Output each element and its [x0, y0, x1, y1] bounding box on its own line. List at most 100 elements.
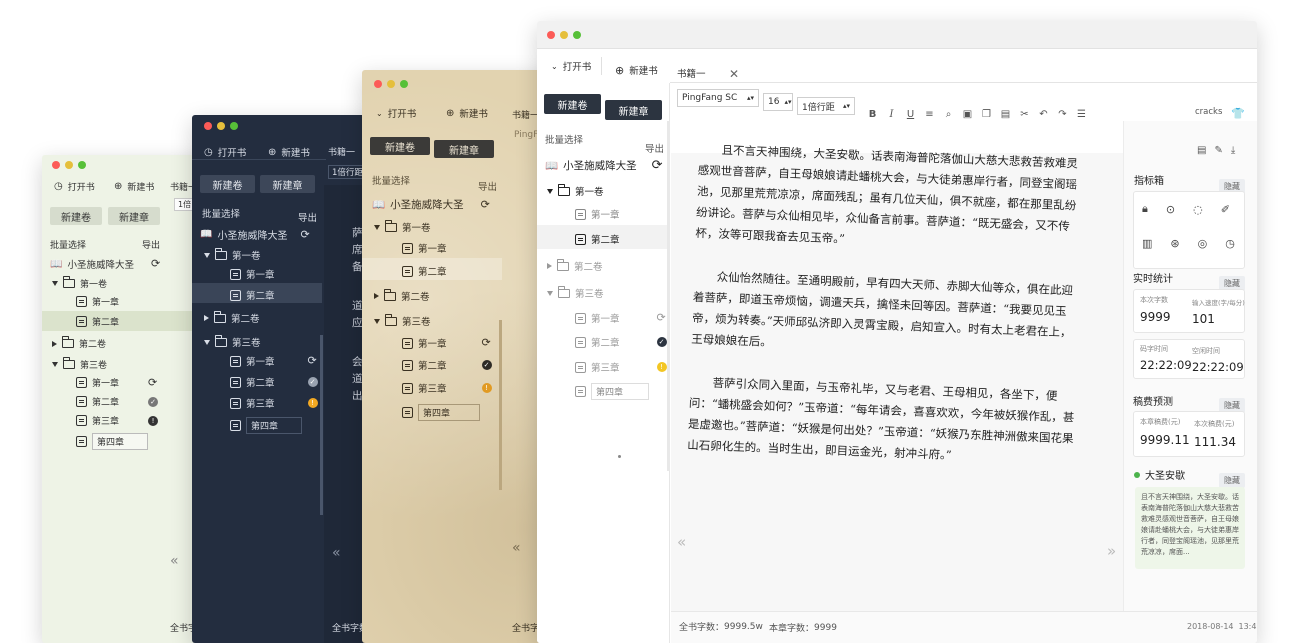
volume-2[interactable]: 第二卷: [204, 310, 260, 325]
scissors-icon[interactable]: ✂: [1019, 109, 1030, 120]
sync-icon[interactable]: ⟳: [481, 199, 490, 210]
redo-icon[interactable]: ↷: [1057, 109, 1068, 120]
font-size-select[interactable]: 16 ▴▾: [763, 93, 793, 111]
chapter-2-active[interactable]: 第二章: [76, 315, 119, 328]
chapter-1[interactable]: 第一章: [230, 267, 275, 281]
close-icon[interactable]: ✕: [729, 67, 739, 81]
new-chapter-button[interactable]: 新建章: [434, 140, 494, 158]
minimize-dot[interactable]: [387, 80, 395, 88]
search-icon[interactable]: ⊙: [1166, 203, 1175, 216]
comment-icon[interactable]: ▣: [962, 109, 973, 120]
new-book-button[interactable]: ⊕ 新建书: [114, 180, 154, 193]
sync-icon[interactable]: ⟳: [300, 229, 309, 240]
book-title-row[interactable]: 📖 小圣施威降大圣 ⟳: [50, 257, 160, 271]
chapter-row[interactable]: 第三章!: [76, 414, 159, 427]
sync-icon[interactable]: ⟳: [652, 159, 663, 172]
volume-3[interactable]: 第三卷: [52, 357, 107, 371]
volume-3[interactable]: 第三卷: [374, 313, 431, 328]
download-icon[interactable]: ⤓: [1231, 145, 1235, 156]
bulb-icon[interactable]: ◌: [1193, 203, 1203, 216]
maximize-dot[interactable]: [400, 80, 408, 88]
maximize-dot[interactable]: [230, 122, 238, 130]
scroll-left-icon[interactable]: «: [512, 540, 521, 556]
note-card[interactable]: 且不言天神围绕，大圣安歇。话表南海普陀落伽山大慈大悲救苦救难灵感观世音菩萨，自王…: [1135, 487, 1245, 569]
paste-icon[interactable]: ▤: [1000, 109, 1011, 120]
undo-icon[interactable]: ↶: [1038, 109, 1049, 120]
chapter-2-active[interactable]: 第二章: [575, 232, 620, 246]
chapter-row[interactable]: 第四章: [76, 433, 148, 450]
chapter-name-input[interactable]: 第四章: [591, 383, 649, 400]
volume-1[interactable]: 第一卷: [204, 247, 261, 262]
new-book-button[interactable]: ⊕ 新建书: [615, 63, 658, 78]
export-button[interactable]: 导出: [298, 210, 317, 224]
sync-icon[interactable]: ⟳: [657, 312, 666, 323]
batch-select[interactable]: 批量选择: [50, 238, 86, 251]
volume-2[interactable]: 第二卷: [374, 288, 430, 303]
tab-book[interactable]: 书籍一: [328, 145, 355, 158]
tab-book[interactable]: 书籍一: [677, 66, 706, 80]
open-book-button[interactable]: ⌄ 打开书: [376, 106, 416, 121]
batch-select[interactable]: 批量选择: [202, 206, 240, 220]
line-spacing-select[interactable]: 1倍行距 ▴▾: [797, 97, 855, 115]
minimize-dot[interactable]: [65, 161, 73, 169]
book-title-row[interactable]: 📖 小圣施威降大圣 ⟳: [372, 197, 490, 212]
volume-1[interactable]: 第一卷: [374, 219, 431, 234]
clock-icon[interactable]: ◷: [1225, 237, 1235, 250]
chapter-row[interactable]: 第一章 ⟳: [230, 354, 317, 368]
sidebar-scrollbar[interactable]: [667, 121, 670, 471]
close-dot[interactable]: [374, 80, 382, 88]
chapter-row[interactable]: 第一章 ⟳: [76, 376, 157, 389]
chapter-name-input[interactable]: 第四章: [418, 404, 480, 421]
new-volume-button[interactable]: 新建卷: [370, 137, 430, 155]
chapter-row[interactable]: 第二章 ✓: [76, 395, 159, 408]
hide-button[interactable]: 隐藏: [1219, 473, 1245, 488]
volume-1[interactable]: 第一卷: [547, 183, 604, 198]
font-family-select[interactable]: PingFang SC ▴▾: [677, 89, 759, 107]
chapter-1[interactable]: 第一章: [402, 241, 447, 255]
chapter-row[interactable]: 第四章: [575, 383, 649, 400]
chapter-row[interactable]: 第四章: [230, 417, 302, 434]
scroll-left-icon[interactable]: «: [170, 553, 179, 569]
lock-icon[interactable]: 🔒︎: [1142, 202, 1148, 216]
close-dot[interactable]: [52, 161, 60, 169]
font-select-fragment[interactable]: PingF: [514, 130, 538, 140]
volume-1[interactable]: 第一卷: [52, 276, 107, 290]
scroll-left-icon[interactable]: «: [332, 545, 341, 561]
sync-icon[interactable]: ⟳: [482, 337, 491, 348]
sidebar-scrollbar[interactable]: [499, 320, 502, 490]
chapter-name-input[interactable]: 第四章: [246, 417, 302, 434]
batch-select[interactable]: 批量选择: [545, 132, 583, 146]
scroll-left-icon[interactable]: «: [677, 533, 686, 551]
save-icon[interactable]: ▤: [1197, 145, 1206, 156]
chapter-row[interactable]: 第三章!: [402, 381, 492, 395]
menu-icon[interactable]: ☰: [1076, 109, 1087, 120]
volume-3[interactable]: 第三卷: [204, 334, 261, 349]
chapter-row[interactable]: 第一章 ⟳: [402, 336, 491, 350]
close-dot[interactable]: [204, 122, 212, 130]
editor-content[interactable]: 且不言天神围绕，大圣安歇。话表南海普陀落伽山大慈大悲救苦救难灵感观世音菩萨，自王…: [686, 139, 1089, 493]
chapter-row[interactable]: 第四章: [402, 404, 480, 421]
open-book-button[interactable]: ◷ 打开书: [54, 180, 95, 193]
edit-icon[interactable]: ✎: [1214, 145, 1222, 156]
chapter-name-input[interactable]: 第四章: [92, 433, 148, 450]
chapter-row[interactable]: 第三章!: [230, 396, 318, 410]
scroll-right-icon[interactable]: »: [1107, 542, 1116, 560]
batch-select[interactable]: 批量选择: [372, 173, 410, 187]
chapter-1[interactable]: 第一章: [76, 295, 119, 308]
open-book-button[interactable]: ⌄ 打开书: [551, 59, 591, 74]
italic-icon[interactable]: I: [886, 109, 897, 120]
chapter-row[interactable]: 第二章 ✓: [230, 375, 318, 389]
sidebar-scrollbar[interactable]: [320, 335, 323, 515]
new-chapter-button[interactable]: 新建章: [260, 175, 315, 193]
sync-icon[interactable]: ⟳: [308, 355, 317, 366]
coin-icon[interactable]: ⊛: [1170, 237, 1179, 250]
copy-icon[interactable]: ❐: [981, 109, 992, 120]
new-chapter-button[interactable]: 新建章: [108, 207, 160, 225]
new-chapter-button[interactable]: 新建章: [605, 100, 662, 120]
maximize-dot[interactable]: [573, 31, 581, 39]
maximize-dot[interactable]: [78, 161, 86, 169]
export-button[interactable]: 导出: [645, 141, 664, 155]
volume-2[interactable]: 第二卷: [547, 258, 603, 273]
book-title-row[interactable]: 📖 小圣施威降大圣 ⟳: [545, 158, 662, 173]
pen-icon[interactable]: ✐: [1221, 203, 1230, 216]
